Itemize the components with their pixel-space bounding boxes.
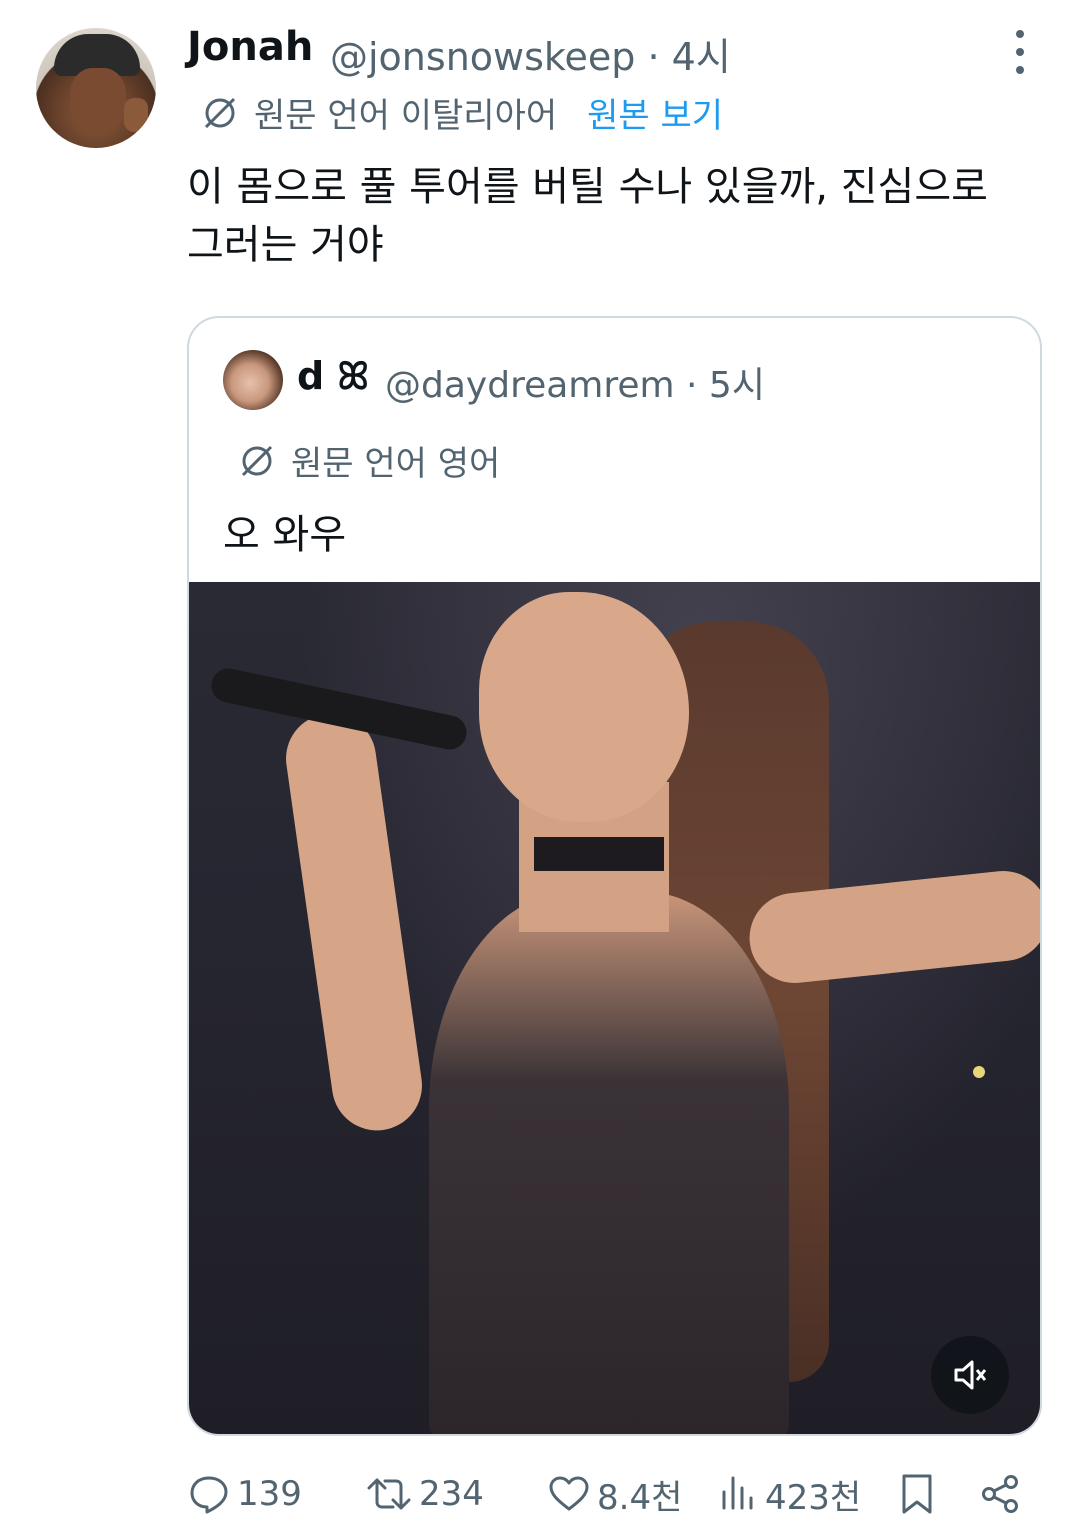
more-options-icon[interactable] — [1008, 30, 1032, 74]
quoted-post[interactable]: d ꕤ @daydreamrem · 5시 원문 언어 영어 오 와우 — [187, 316, 1042, 1436]
video-stage-light — [973, 1066, 985, 1078]
share-icon — [982, 1475, 1018, 1513]
post-text: 이 몸으로 풀 투어를 버틸 수나 있을까, 진심으로 그러는 거야 — [187, 164, 988, 268]
show-original-link[interactable]: 원본 보기 — [587, 88, 723, 137]
translate-icon — [241, 445, 273, 476]
translate-icon — [204, 97, 236, 128]
unmute-button[interactable] — [931, 1336, 1009, 1414]
quoted-author-name: d ꕤ — [297, 354, 370, 398]
quoted-translation-note: 원문 언어 영어 — [291, 444, 501, 484]
views-button[interactable]: 423천 — [719, 1466, 861, 1522]
translation-row: 원문 언어 이탈리아어 원본 보기 — [200, 88, 723, 137]
video-figure-body — [429, 892, 789, 1434]
quoted-author-avatar[interactable] — [223, 350, 283, 410]
views-count: 423천 — [765, 1477, 862, 1518]
bookmark-button[interactable] — [899, 1466, 935, 1522]
avatar-face — [70, 68, 126, 134]
bookmark-icon — [902, 1474, 932, 1514]
repost-button[interactable]: 234 — [365, 1466, 484, 1522]
like-button[interactable]: 8.4천 — [547, 1466, 682, 1522]
translation-note: 원문 언어 이탈리아어 — [254, 96, 558, 136]
repost-icon — [367, 1478, 411, 1510]
like-count: 8.4천 — [597, 1477, 683, 1518]
quoted-video[interactable] — [189, 582, 1040, 1434]
action-bar: 139 234 8.4천 423천 — [187, 1466, 1037, 1522]
mute-icon — [954, 1360, 987, 1390]
author-name[interactable]: Jonah — [187, 24, 313, 70]
share-button[interactable] — [979, 1466, 1023, 1522]
repost-count: 234 — [419, 1474, 484, 1514]
views-icon — [722, 1476, 753, 1510]
avatar-hand — [124, 98, 148, 132]
quoted-translation-row: 원문 언어 영어 — [237, 436, 500, 485]
video-figure-choker — [534, 837, 664, 871]
reply-count: 139 — [237, 1474, 302, 1514]
heart-icon — [549, 1476, 589, 1511]
reply-icon — [190, 1476, 228, 1514]
author-avatar[interactable] — [36, 28, 156, 148]
post-detail: Jonah @jonsnowskeep · 4시 원문 언어 이탈리아어 원본 … — [0, 0, 1080, 1528]
quoted-author-handle-time: @daydreamrem · 5시 — [385, 365, 765, 406]
author-handle-time[interactable]: @jonsnowskeep · 4시 — [330, 26, 731, 81]
quoted-post-text: 오 와우 — [223, 512, 347, 558]
reply-button[interactable]: 139 — [187, 1466, 302, 1522]
